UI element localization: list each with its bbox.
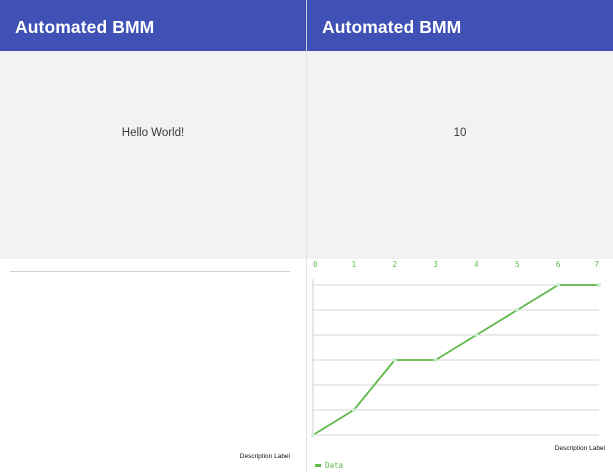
left-phone-screen: Automated BMM Hello World! Description L… <box>0 0 306 472</box>
app-bar: Automated BMM <box>307 0 613 51</box>
line-chart[interactable]: 0 1 2 3 4 5 6 7 Description Label Data <box>307 259 613 472</box>
data-point <box>515 308 520 312</box>
data-point <box>433 358 438 362</box>
app-title: Automated BMM <box>15 17 155 37</box>
hello-world-text: Hello World! <box>121 127 185 139</box>
content-panel: 10 <box>307 51 613 259</box>
x-tick-label: 7 <box>594 260 599 269</box>
value-text: 10 <box>453 127 467 139</box>
data-point <box>597 283 601 287</box>
data-point <box>556 283 561 287</box>
chart-baseline <box>10 271 290 272</box>
x-tick-label: 4 <box>474 260 479 269</box>
x-tick-label: 5 <box>515 260 520 269</box>
data-point <box>474 333 479 337</box>
chart-legend: Data <box>315 461 343 470</box>
app-bar: Automated BMM <box>0 0 306 51</box>
right-phone-screen: Automated BMM 10 0 1 2 3 4 5 6 7 Description La… <box>307 0 613 472</box>
legend-swatch <box>315 464 321 467</box>
data-point <box>311 433 315 437</box>
x-tick-label: 6 <box>556 260 561 269</box>
data-point <box>392 358 397 362</box>
data-point <box>351 408 356 412</box>
x-tick-label: 1 <box>352 260 357 269</box>
chart-description-label: Description Label <box>554 445 605 452</box>
content-panel: Hello World! <box>0 51 306 259</box>
x-tick-label: 0 <box>313 260 318 269</box>
line-chart-svg: 0 1 2 3 4 5 6 7 <box>311 260 601 437</box>
legend-label: Data <box>325 461 344 470</box>
x-tick-label: 2 <box>392 260 397 269</box>
app-title: Automated BMM <box>322 17 462 37</box>
empty-chart: Description Label <box>0 259 306 472</box>
chart-description-label: Description Label <box>239 453 290 460</box>
x-tick-label: 3 <box>433 260 438 269</box>
